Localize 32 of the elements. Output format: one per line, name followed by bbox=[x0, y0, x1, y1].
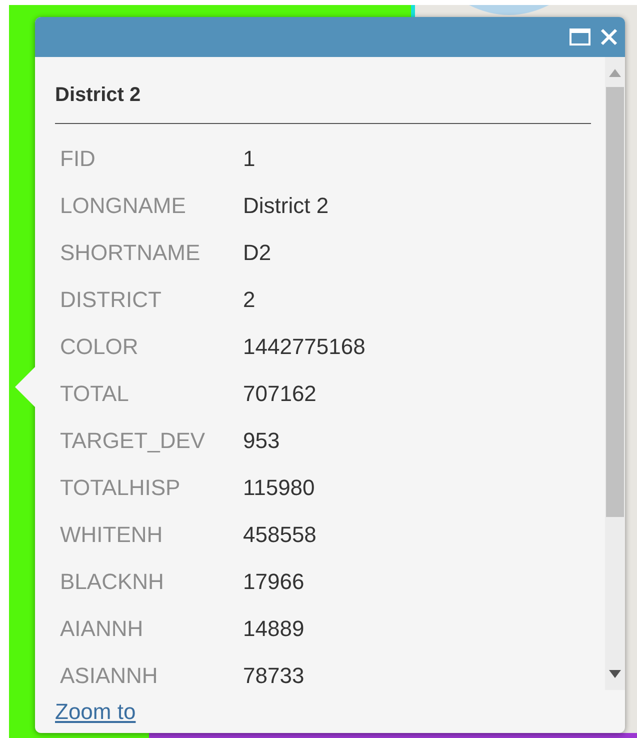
field-label: COLOR bbox=[59, 333, 140, 361]
field-label: FID bbox=[59, 145, 96, 173]
scrollbar[interactable] bbox=[605, 57, 625, 690]
scrollbar-thumb[interactable] bbox=[606, 87, 624, 517]
field-label: ASIANNH bbox=[59, 662, 159, 690]
field-value: 458558 bbox=[243, 521, 316, 549]
close-icon[interactable] bbox=[599, 27, 619, 47]
field-value: 78733 bbox=[243, 662, 304, 690]
field-label: DISTRICT bbox=[59, 286, 162, 314]
field-label: TOTALHISP bbox=[59, 474, 182, 502]
field-label: BLACKNH bbox=[59, 568, 165, 596]
field-value: 17966 bbox=[243, 568, 304, 596]
field-value: 14889 bbox=[243, 615, 304, 643]
field-value: 115980 bbox=[243, 474, 315, 502]
popup-title: District 2 bbox=[55, 57, 591, 124]
field-label: AIANNH bbox=[59, 615, 144, 643]
scroll-up-icon[interactable] bbox=[609, 69, 621, 77]
field-label: TARGET_DEV bbox=[59, 427, 206, 455]
field-label: LONGNAME bbox=[59, 192, 187, 220]
field-label: TOTAL bbox=[59, 380, 130, 408]
field-value: 1 bbox=[243, 145, 256, 173]
field-value: 1442775168 bbox=[243, 333, 366, 361]
maximize-icon[interactable] bbox=[569, 28, 591, 46]
zoom-to-link[interactable]: Zoom to bbox=[55, 699, 136, 725]
field-value: 2 bbox=[243, 286, 256, 314]
field-value: 707162 bbox=[243, 380, 316, 408]
field-label: SHORTNAME bbox=[59, 239, 202, 267]
field-value: District 2 bbox=[243, 192, 329, 220]
field-value: D2 bbox=[243, 239, 272, 267]
scroll-down-icon[interactable] bbox=[609, 670, 621, 678]
field-value: 953 bbox=[243, 427, 280, 455]
field-label: WHITENH bbox=[59, 521, 164, 549]
